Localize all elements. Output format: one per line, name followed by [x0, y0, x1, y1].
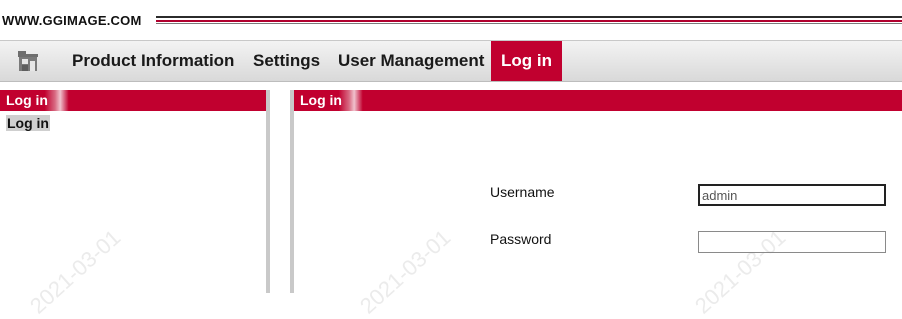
- nav-user-management[interactable]: User Management: [328, 41, 494, 81]
- main-navigation: Product Information Settings User Manage…: [0, 40, 902, 82]
- main-header: Log in: [294, 90, 902, 111]
- main-header-title: Log in: [294, 90, 380, 111]
- password-label: Password: [490, 231, 552, 247]
- main-panel: Log in Username Password: [290, 90, 902, 293]
- nav-product-information[interactable]: Product Information: [62, 41, 244, 81]
- sidebar-panel: Log in Log in: [0, 90, 270, 293]
- brand-divider-lines: [156, 16, 902, 24]
- sidebar-header-title: Log in: [0, 90, 86, 111]
- brand-logo-text: WWW.GGIMAGE.COM: [2, 13, 142, 28]
- home-icon[interactable]: [16, 49, 40, 73]
- username-input[interactable]: [698, 184, 886, 206]
- password-input[interactable]: [698, 231, 886, 253]
- nav-settings[interactable]: Settings: [243, 41, 330, 81]
- sidebar-header: Log in: [0, 90, 266, 111]
- sidebar-item-log-in[interactable]: Log in: [6, 115, 50, 131]
- username-label: Username: [490, 184, 555, 200]
- nav-log-in[interactable]: Log in: [491, 41, 562, 81]
- brand-bar: WWW.GGIMAGE.COM: [0, 0, 902, 42]
